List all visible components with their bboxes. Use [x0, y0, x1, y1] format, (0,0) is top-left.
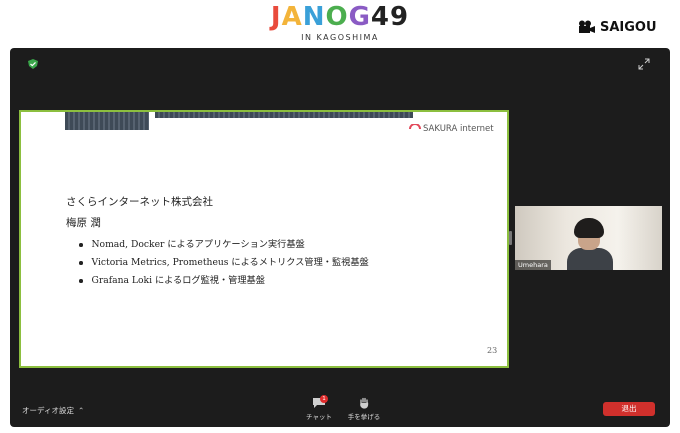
sakura-logo-icon: [409, 124, 421, 130]
chat-label: チャット: [306, 413, 332, 421]
slide-page-number: 23: [487, 346, 498, 355]
bullet-item: Grafana Loki によるログ監視・管理基盤: [79, 272, 369, 290]
presenter-name: 梅原 潤: [66, 217, 101, 229]
raise-hand-icon: [360, 397, 369, 409]
bullet-text: Grafana Loki によるログ監視・管理基盤: [91, 275, 265, 286]
leave-button[interactable]: 退出: [603, 402, 655, 416]
participant-video[interactable]: Umehara: [515, 206, 662, 270]
raise-hand-button[interactable]: 手を挙げる: [344, 397, 384, 421]
shield-icon[interactable]: [27, 58, 39, 70]
video-camera-icon: [579, 20, 595, 33]
sakura-logo-text: SAKURA internet: [423, 124, 494, 134]
meeting-window: SAKURA internet さくらインターネット株式会社 梅原 潤 Noma…: [10, 48, 670, 427]
chevron-up-icon: ⌃: [77, 406, 85, 415]
shared-slide: SAKURA internet さくらインターネット株式会社 梅原 潤 Noma…: [19, 110, 509, 368]
bullet-item: Victoria Metrics, Prometheus によるメトリクス管理・…: [79, 254, 369, 272]
video-person: [567, 248, 613, 270]
event-banner: JANOG49 IN KAGOSHIMA SAIGOU: [0, 0, 680, 48]
sakura-logo: SAKURA internet: [409, 124, 494, 134]
bullet-text: Nomad, Docker によるアプリケーション実行基盤: [91, 239, 305, 250]
logo-subtitle: IN KAGOSHIMA: [301, 33, 379, 42]
slide-decoration: [65, 112, 149, 130]
brand-name: SAIGOU: [600, 19, 657, 35]
bullet-item: Nomad, Docker によるアプリケーション実行基盤: [79, 236, 369, 254]
audio-settings-button[interactable]: オーディオ設定 ⌃: [22, 405, 84, 416]
chat-badge: 1: [320, 395, 328, 403]
company-name: さくらインターネット株式会社: [66, 196, 213, 208]
bullet-text: Victoria Metrics, Prometheus によるメトリクス管理・…: [91, 257, 369, 268]
janog-logo: JANOG49: [270, 2, 410, 32]
panel-resize-handle[interactable]: [509, 231, 512, 245]
audio-settings-label: オーディオ設定: [22, 406, 74, 415]
saigou-brand: SAIGOU: [578, 18, 657, 36]
bullet-list: Nomad, Docker によるアプリケーション実行基盤 Victoria M…: [79, 236, 369, 290]
video-person: [574, 218, 604, 238]
participant-name: Umehara: [515, 260, 551, 270]
expand-icon[interactable]: [638, 58, 650, 70]
chat-button[interactable]: 1 チャット: [306, 395, 332, 421]
raise-hand-label: 手を挙げる: [347, 413, 381, 421]
slide-decoration: [155, 112, 413, 118]
